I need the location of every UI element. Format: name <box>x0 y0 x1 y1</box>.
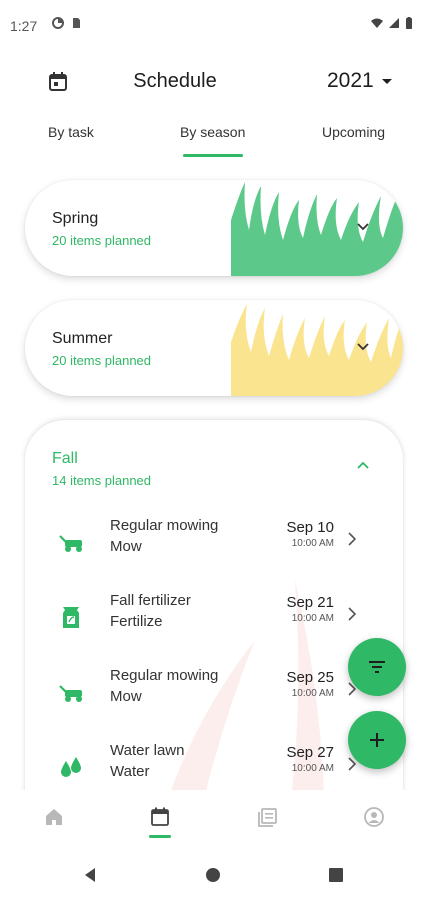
status-bar: 1:27 <box>0 0 427 50</box>
tab-upcoming[interactable]: Upcoming <box>322 124 385 140</box>
task-date: Sep 10 <box>286 519 334 536</box>
task-title: Fall fertilizer <box>110 592 191 609</box>
task-row[interactable]: Water lawn Water Sep 27 10:00 AM <box>25 737 403 797</box>
sim-card-icon <box>73 18 80 28</box>
tab-bar: By task By season Upcoming <box>0 118 427 162</box>
task-time: 10:00 AM <box>291 763 334 774</box>
chevron-down-icon[interactable] <box>356 342 370 352</box>
summer-grass-illustration <box>231 304 403 396</box>
task-row[interactable]: Fall fertilizer Fertilize Sep 21 10:00 A… <box>25 587 403 647</box>
calendar-icon[interactable] <box>149 806 171 828</box>
year-label: 2021 <box>327 69 374 92</box>
task-type: Mow <box>110 688 142 705</box>
wifi-icon <box>371 18 383 28</box>
task-row[interactable]: Regular mowing Mow Sep 25 10:00 AM <box>25 662 403 722</box>
chevron-right-icon <box>348 607 356 621</box>
dropdown-caret-icon <box>381 78 392 84</box>
task-title: Regular mowing <box>110 667 219 684</box>
season-card-spring[interactable]: Spring 20 items planned <box>25 180 403 276</box>
task-row[interactable]: Regular mowing Mow Sep 10 10:00 AM <box>25 512 403 572</box>
add-task-button[interactable] <box>348 711 406 769</box>
task-title: Water lawn <box>110 742 185 759</box>
task-time: 10:00 AM <box>291 613 334 624</box>
task-date: Sep 25 <box>286 669 334 686</box>
task-date: Sep 27 <box>286 744 334 761</box>
back-icon[interactable] <box>82 867 98 883</box>
task-time: 10:00 AM <box>291 688 334 699</box>
active-tab-indicator <box>183 154 243 157</box>
season-name: Summer <box>52 330 113 347</box>
season-name: Spring <box>52 210 99 227</box>
filter-icon <box>369 661 385 673</box>
home-circle-icon[interactable] <box>205 867 221 883</box>
spring-grass-illustration <box>231 182 403 276</box>
tab-by-season[interactable]: By season <box>180 124 245 140</box>
season-name[interactable]: Fall <box>52 450 78 468</box>
tab-by-task[interactable]: By task <box>48 124 94 140</box>
water-drops-icon <box>61 757 81 777</box>
task-type: Fertilize <box>110 613 163 630</box>
chevron-up-icon[interactable] <box>356 460 370 470</box>
task-date: Sep 21 <box>286 594 334 611</box>
active-nav-indicator <box>149 835 171 838</box>
season-card-fall: Fall 14 items planned Regular mowing Mow… <box>25 420 403 840</box>
task-type: Water <box>110 763 150 780</box>
status-time: 1:27 <box>10 18 38 34</box>
task-type: Mow <box>110 538 142 555</box>
add-icon <box>370 733 384 747</box>
battery-icon <box>406 17 412 29</box>
page-title: Schedule <box>133 70 217 92</box>
filter-button[interactable] <box>348 638 406 696</box>
fertilizer-bag-icon <box>63 607 79 628</box>
year-dropdown[interactable]: 2021 <box>327 69 392 93</box>
recents-icon[interactable] <box>329 868 343 882</box>
cell-signal-icon <box>389 18 399 28</box>
season-count: 20 items planned <box>52 353 152 368</box>
app-bar: Schedule 2021 <box>0 60 427 104</box>
chevron-right-icon <box>348 532 356 546</box>
task-time: 10:00 AM <box>291 538 334 549</box>
data-saver-icon <box>52 17 64 29</box>
lawn-mower-icon <box>59 685 82 702</box>
season-count: 20 items planned <box>52 233 152 248</box>
lawn-mower-icon <box>59 535 82 552</box>
task-title: Regular mowing <box>110 517 219 534</box>
system-navigation-bar <box>0 850 427 900</box>
library-icon[interactable] <box>256 806 278 828</box>
season-card-summer[interactable]: Summer 20 items planned <box>25 300 403 396</box>
bottom-navigation <box>0 790 427 846</box>
season-count: 14 items planned <box>52 473 152 488</box>
chevron-down-icon[interactable] <box>356 222 370 232</box>
home-icon[interactable] <box>43 806 65 828</box>
account-icon[interactable] <box>363 806 385 828</box>
